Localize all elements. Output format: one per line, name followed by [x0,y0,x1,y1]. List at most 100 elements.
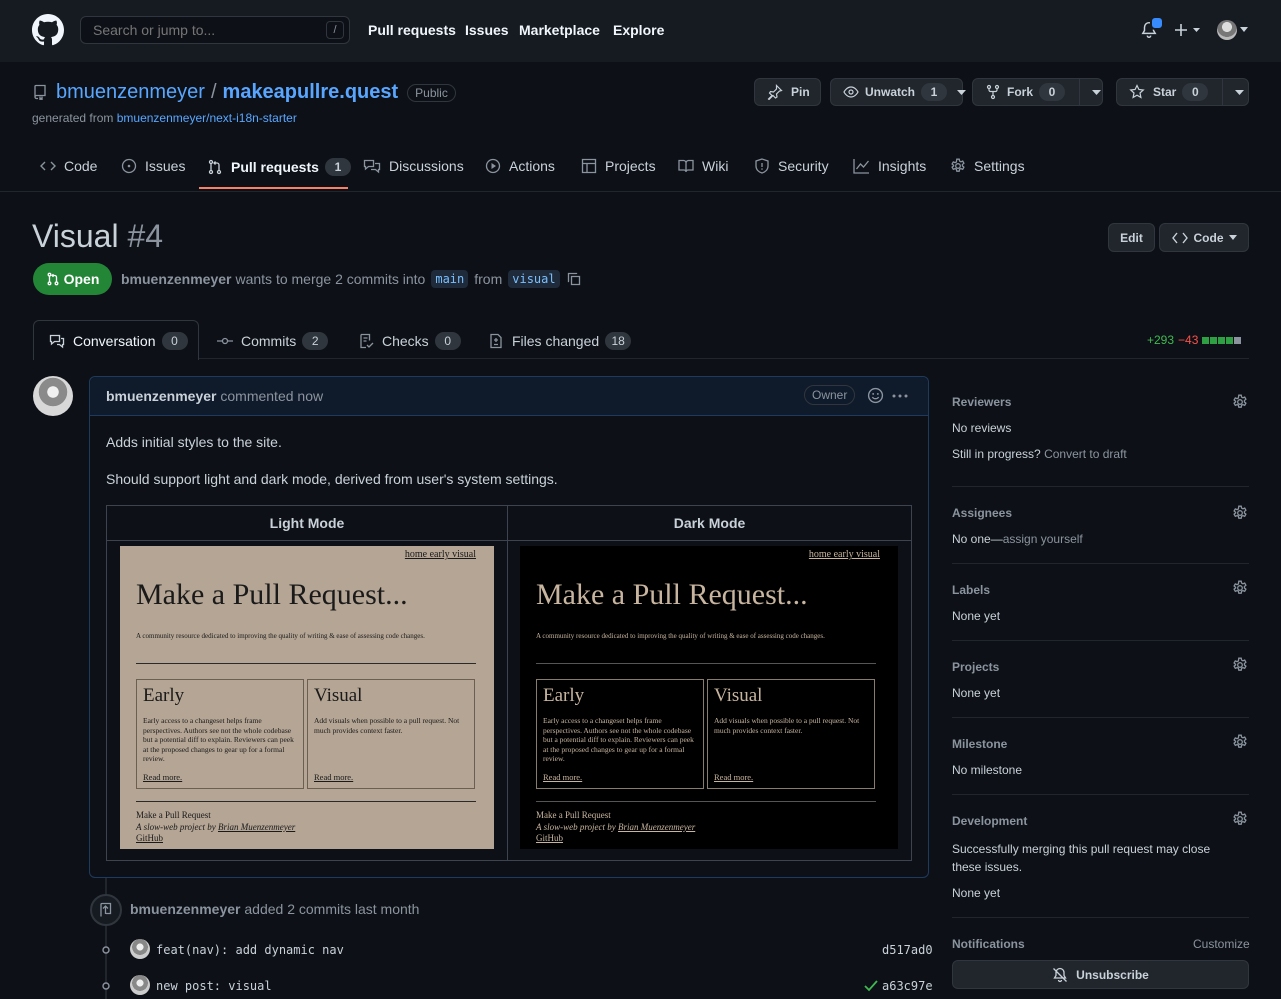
star-count: 0 [1182,83,1209,101]
avatar-chevron-down-icon[interactable] [1239,27,1249,33]
commit-message-link[interactable]: feat(nav): add dynamic nav [156,943,344,957]
milestone-heading[interactable]: Milestone [952,737,1007,751]
code-dropdown-button[interactable]: Code [1159,223,1249,252]
notifications-bell-icon[interactable] [1140,16,1164,39]
unwatch-chevron-down-icon[interactable] [957,89,967,95]
tab-projects[interactable]: Projects [581,158,656,174]
mock-footer-prefix: A slow-web project by [136,821,216,832]
check-icon[interactable] [864,980,878,992]
tab-pull-requests-label: Pull requests [231,159,319,175]
nav-marketplace[interactable]: Marketplace [519,22,600,38]
tab-checks[interactable]: Checks 0 [358,332,461,350]
git-commit-icon [98,943,114,957]
commit-sha-link[interactable]: d517ad0 [882,943,933,957]
tab-actions[interactable]: Actions [485,158,555,174]
tab-insights[interactable]: Insights [853,158,926,174]
nav-explore[interactable]: Explore [613,22,664,38]
merge-text: wants to merge 2 commits into [235,271,426,287]
dark-mode-screenshot: home early visual Make a Pull Request...… [520,546,898,849]
mock-card-early-link: Read more. [543,772,583,782]
copy-icon[interactable] [566,271,582,287]
pin-button[interactable]: Pin [754,78,821,106]
reviewers-heading[interactable]: Reviewers [952,395,1011,409]
graph-icon [853,158,878,174]
issue-opened-icon [121,158,145,174]
nav-issues[interactable]: Issues [465,22,509,38]
assign-yourself-link[interactable]: assign yourself [1003,532,1083,546]
projects-gear-icon[interactable] [1232,657,1248,673]
fork-chevron-down-icon[interactable] [1092,89,1102,95]
mock-card-early-title: Early [543,685,585,706]
unwatch-button[interactable]: Unwatch 1 [830,78,967,106]
git-commit-icon [217,333,241,349]
add-reaction-smiley-icon[interactable] [867,387,884,404]
bell-slash-icon [1052,967,1068,983]
tab-code[interactable]: Code [40,158,97,174]
tab-issues[interactable]: Issues [121,158,185,174]
edit-title-button[interactable]: Edit [1108,223,1155,252]
tab-wiki[interactable]: Wiki [678,158,728,174]
event-author-link[interactable]: bmuenzenmeyer [130,901,240,917]
files-changed-count: 18 [605,332,632,350]
tab-discussions[interactable]: Discussions [363,158,464,174]
mock-footer-line-1: Make a Pull Request [536,810,611,820]
comment-author-avatar[interactable] [33,376,73,416]
user-avatar[interactable] [1217,20,1237,40]
search-input[interactable] [80,16,350,44]
code-icon [40,158,64,174]
repo-owner-link[interactable]: bmuenzenmeyer [56,81,205,104]
template-repo-link[interactable]: bmuenzenmeyer/next-i18n-starter [117,111,297,125]
repo-name-link[interactable]: makeapullre.quest [223,81,399,104]
kebab-horizontal-icon[interactable] [891,388,909,404]
commit-author-avatar[interactable] [130,975,150,995]
event-text: added 2 commits last month [244,901,420,917]
github-logo-icon[interactable] [32,14,64,46]
unsubscribe-button[interactable]: Unsubscribe [952,960,1249,989]
repo-icon [32,84,48,100]
comment-timestamp[interactable]: commented now [220,388,323,404]
mock-footer-prefix: A slow-web project by [536,821,616,832]
table-column-divider [507,506,508,860]
nav-pull-requests[interactable]: Pull requests [368,22,456,38]
convert-to-draft-link[interactable]: Convert to draft [1044,447,1127,461]
visibility-badge: Public [407,83,456,102]
labels-heading[interactable]: Labels [952,583,990,597]
star-button[interactable]: Star 0 [1116,78,1249,106]
commit-sha-link[interactable]: a63c97e [882,979,933,993]
tab-commits[interactable]: Commits 2 [217,332,329,350]
fork-label: Fork [1007,85,1034,99]
mode-comparison-table: Light Mode Dark Mode home early visual M… [106,505,912,861]
draft-hint: Still in progress? Convert to draft [952,447,1127,461]
file-diff-icon [488,333,512,349]
milestone-gear-icon[interactable] [1232,734,1248,750]
base-branch[interactable]: main [431,270,469,288]
tab-files-changed[interactable]: Files changed 18 [488,332,632,350]
star-chevron-down-icon[interactable] [1235,89,1245,95]
pr-merge-summary: bmuenzenmeyer wants to merge 2 commits i… [121,270,582,288]
milestone-value: No milestone [952,763,1023,777]
pr-author-link[interactable]: bmuenzenmeyer [121,271,231,287]
assignees-heading[interactable]: Assignees [952,506,1012,520]
owner-badge: Owner [804,385,856,405]
projects-heading[interactable]: Projects [952,660,999,674]
commit-author-avatar[interactable] [130,939,150,959]
assignees-gear-icon[interactable] [1232,505,1248,521]
commit-message-link[interactable]: new post: visual [156,979,272,993]
comment-author-link[interactable]: bmuenzenmeyer [106,388,216,404]
tab-actions-label: Actions [509,158,555,174]
tab-security[interactable]: Security [754,158,829,174]
head-branch[interactable]: visual [508,270,560,288]
customize-notifications-link[interactable]: Customize [1193,937,1250,951]
tab-settings[interactable]: Settings [950,158,1025,174]
fork-button[interactable]: Fork 0 [972,78,1103,106]
unsubscribe-label: Unsubscribe [1076,967,1149,982]
labels-gear-icon[interactable] [1232,580,1248,596]
reviewers-gear-icon[interactable] [1232,394,1248,410]
tab-conversation[interactable]: Conversation 0 [49,332,188,350]
tab-pull-requests[interactable]: Pull requests 1 [207,158,351,176]
development-heading[interactable]: Development [952,814,1027,828]
development-gear-icon[interactable] [1232,811,1248,827]
sidebar-divider [952,640,1249,641]
create-new-plus-icon[interactable] [1174,22,1202,38]
sidebar-divider [952,917,1249,918]
